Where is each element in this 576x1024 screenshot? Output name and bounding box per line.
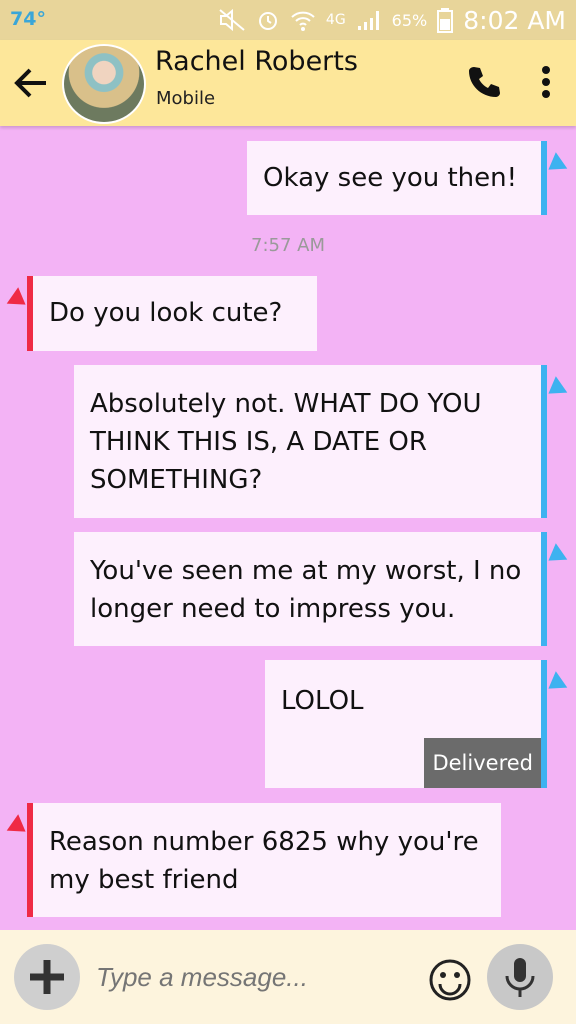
bubble-tail xyxy=(6,814,32,840)
contact-name[interactable]: Rachel Roberts xyxy=(155,46,358,77)
status-icons: 4G 65% 8:02 AM xyxy=(218,4,566,36)
message-text: Do you look cute? xyxy=(49,298,283,328)
phone-icon[interactable] xyxy=(466,64,502,100)
bubble-tail xyxy=(542,376,568,402)
bubble-tail xyxy=(542,671,568,697)
voice-input-button[interactable] xyxy=(487,944,553,1010)
wifi-icon xyxy=(291,11,315,31)
battery-icon xyxy=(437,8,454,33)
plus-icon xyxy=(30,960,64,994)
smiley-icon[interactable] xyxy=(428,958,472,1002)
message-text: Okay see you then! xyxy=(263,163,518,193)
network-type: 4G xyxy=(325,12,346,28)
conversation-header: Rachel Roberts Mobile xyxy=(0,40,576,126)
message-input[interactable] xyxy=(96,952,416,1002)
status-bar: 74° 4G 65% 8:02 AM xyxy=(0,0,576,40)
battery-percent: 65% xyxy=(391,10,428,30)
arrow-left-icon[interactable] xyxy=(10,62,52,104)
bubble-tail xyxy=(6,287,32,313)
message-incoming[interactable]: Do you look cute? xyxy=(6,276,317,351)
message-outgoing[interactable]: LOLOL Delivered xyxy=(265,660,568,788)
clock: 8:02 AM xyxy=(463,5,566,35)
message-outgoing[interactable]: Absolutely not. WHAT DO YOU THINK THIS I… xyxy=(74,365,568,518)
message-text: You've seen me at my worst, I no longer … xyxy=(90,556,522,624)
bubble-tail xyxy=(542,543,568,569)
message-outgoing[interactable]: You've seen me at my worst, I no longer … xyxy=(74,532,568,646)
message-incoming[interactable]: Reason number 6825 why you're my best fr… xyxy=(6,803,501,917)
message-text: LOLOL xyxy=(281,686,364,716)
more-vertical-icon[interactable] xyxy=(532,62,560,102)
status-badge: Delivered xyxy=(424,738,541,788)
message-composer xyxy=(0,930,576,1024)
mute-icon xyxy=(219,8,245,32)
message-text: Reason number 6825 why you're my best fr… xyxy=(49,827,479,895)
timestamp: 7:57 AM xyxy=(251,235,325,256)
microphone-icon xyxy=(505,958,535,997)
alarm-icon xyxy=(258,12,277,30)
avatar[interactable] xyxy=(62,44,146,124)
message-outgoing[interactable]: Okay see you then! xyxy=(247,141,568,215)
signal-icon xyxy=(357,11,379,30)
temperature: 74° xyxy=(10,8,46,30)
contact-subtitle: Mobile xyxy=(156,88,216,109)
bubble-tail xyxy=(542,152,568,178)
message-text: Absolutely not. WHAT DO YOU THINK THIS I… xyxy=(90,389,482,495)
add-attachment-button[interactable] xyxy=(14,944,80,1010)
